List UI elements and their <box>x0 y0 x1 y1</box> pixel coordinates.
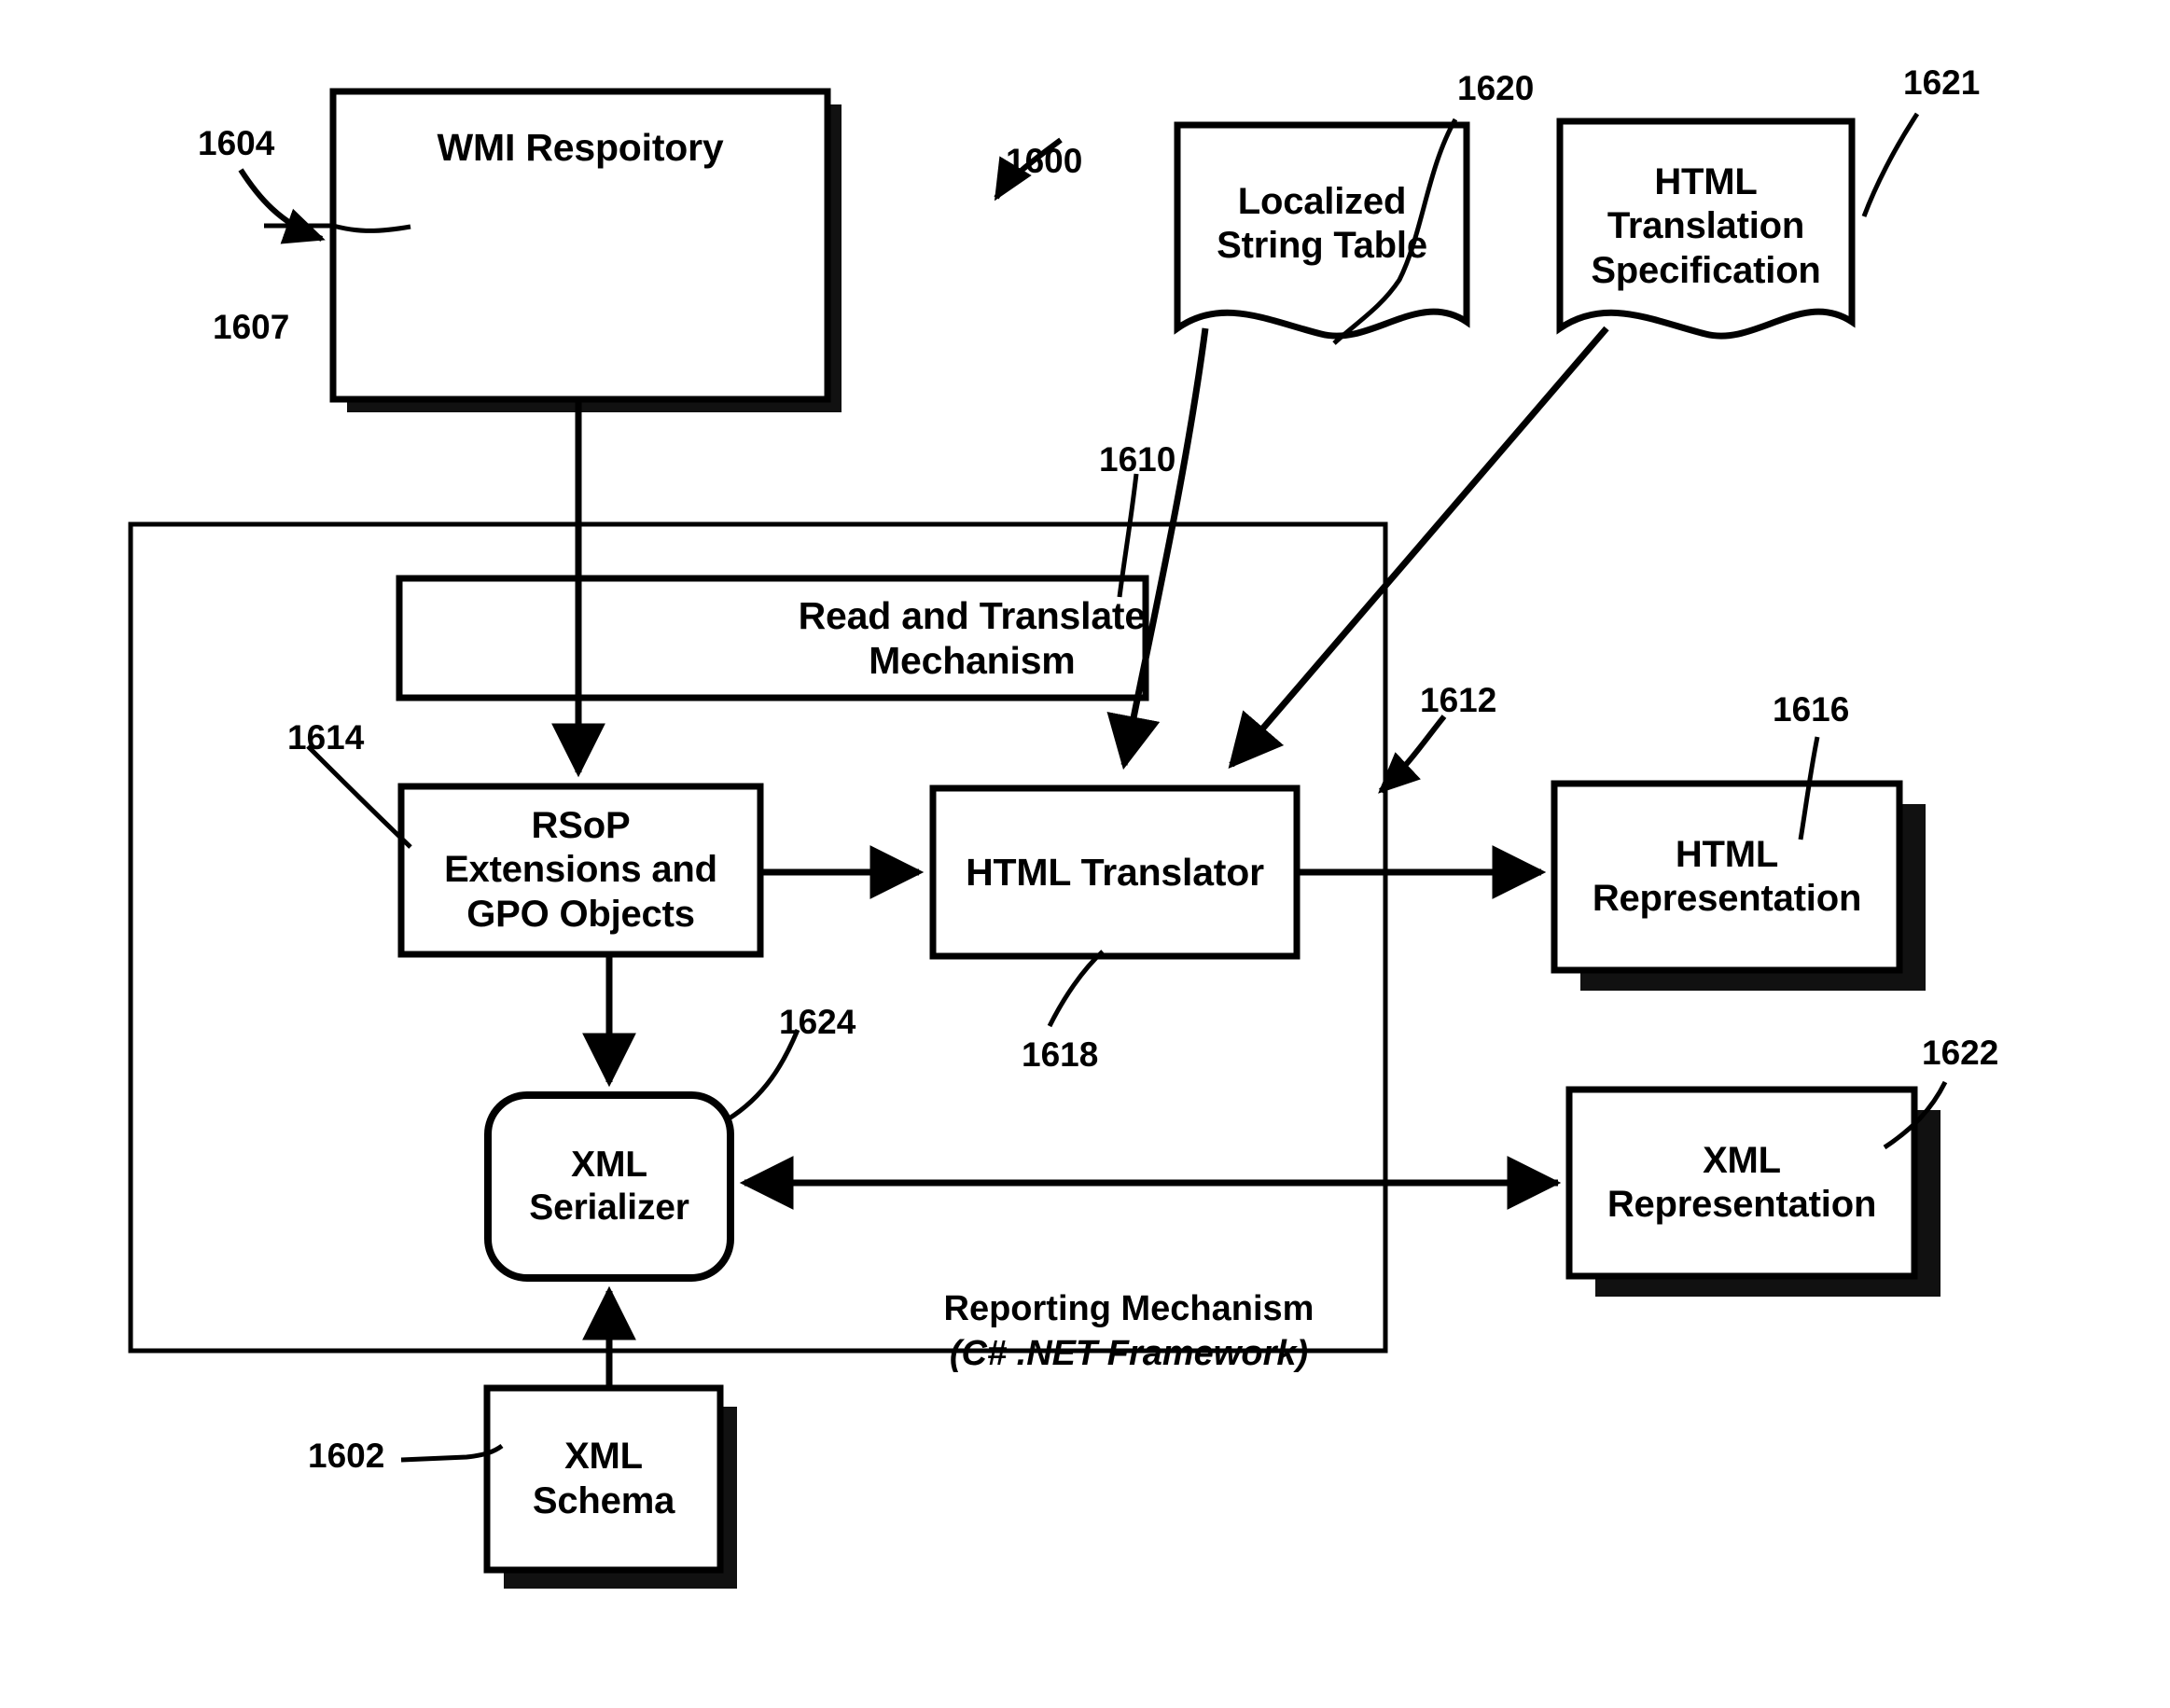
leader-1614 <box>306 744 412 849</box>
ref-1610: 1610 <box>1099 440 1176 479</box>
leader-1612 <box>1378 715 1447 794</box>
ref-1622: 1622 <box>1922 1034 1999 1072</box>
html-translation-specification-shape <box>1556 118 1856 340</box>
ref-1621: 1621 <box>1903 63 1981 102</box>
leader-1621 <box>1861 112 1920 217</box>
html-representation-shape <box>1551 780 1903 974</box>
html-translator-shape <box>929 785 1301 960</box>
ref-1604: 1604 <box>198 124 275 162</box>
reporting-mechanism-caption-line2: (C# .NET Framework) <box>949 1334 1309 1374</box>
localized-string-table-shape <box>1174 121 1470 340</box>
ref-1620: 1620 <box>1457 69 1535 107</box>
ref-1612: 1612 <box>1420 681 1497 719</box>
reporting-mechanism-caption: Reporting Mechanism (C# .NET Framework) <box>896 1241 1362 1423</box>
ref-1600: 1600 <box>1006 142 1083 180</box>
leader-1624 <box>726 1029 800 1122</box>
ref-1618: 1618 <box>1022 1035 1099 1074</box>
ref-1614: 1614 <box>287 718 365 757</box>
ref-1602: 1602 <box>308 1437 385 1475</box>
xml-schema-shape <box>483 1384 724 1574</box>
wmi-repository-shape <box>329 88 831 403</box>
leader-1618 <box>1047 950 1105 1028</box>
xml-serializer-shape <box>484 1091 734 1282</box>
leader-1604 <box>238 168 326 244</box>
reporting-mechanism-caption-line1: Reporting Mechanism <box>943 1288 1315 1328</box>
ref-1607: 1607 <box>213 308 290 346</box>
rsop-extensions-shape <box>397 783 764 958</box>
edge-html-translation-spec-to-translator <box>1228 326 1609 769</box>
ref-1616: 1616 <box>1773 690 1850 729</box>
read-and-translate-shape <box>396 575 1149 701</box>
ref-1624: 1624 <box>779 1003 856 1041</box>
xml-representation-shape <box>1565 1086 1918 1280</box>
edge-localized-string-table-to-translator <box>1106 327 1209 771</box>
patent-figure-canvas: WMI Respoitory Localized String Table HT… <box>0 0 2170 1708</box>
